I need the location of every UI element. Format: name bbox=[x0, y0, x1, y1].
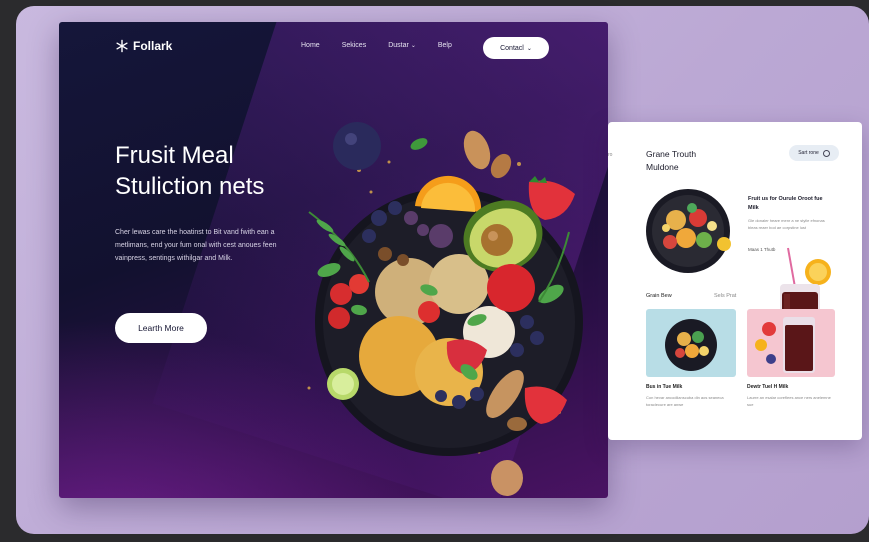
chevron-down-icon: ⌄ bbox=[410, 43, 416, 49]
headline-line-1: Frusit Meal bbox=[115, 142, 234, 169]
thumbnail-bowl[interactable] bbox=[646, 309, 736, 377]
thumbnail-fruits-image bbox=[755, 317, 815, 373]
card-meta: Maas 1 Thutb bbox=[748, 247, 776, 252]
edge-label: ro bbox=[608, 152, 613, 158]
contact-button[interactable]: Contacl ⌄ bbox=[483, 37, 549, 59]
thumbnail-fruits-text: Laurre an esalar coreflees ance ners ane… bbox=[747, 395, 831, 407]
brand-logo[interactable]: Follark bbox=[115, 39, 172, 53]
nav-item-dustar[interactable]: Dustar ⌄ bbox=[388, 42, 416, 49]
nav-links: Home Sekices Dustar ⌄ Belp bbox=[301, 42, 452, 49]
nav-item-services[interactable]: Sekices bbox=[342, 42, 367, 49]
toggle-icon bbox=[822, 149, 830, 157]
bowl-image bbox=[646, 189, 731, 273]
secondary-page: ro Grane Trouth Muldone Sart rone Fruit … bbox=[608, 122, 862, 440]
contact-button-label: Contacl bbox=[500, 44, 524, 52]
section-title: Grane Trouth Muldone bbox=[646, 149, 697, 172]
brand-name: Follark bbox=[133, 39, 173, 53]
thumbnail-bowl-image bbox=[665, 319, 717, 371]
thumbnail-fruits-title: Dewtr Tuel H Milk bbox=[747, 384, 789, 390]
section-grain: Grain Bew bbox=[646, 293, 672, 299]
card-title: Fruit us for Ourule Oroot fue Milk bbox=[748, 196, 823, 211]
section-sels[interactable]: Sels Prat bbox=[714, 293, 736, 299]
start-button-label: Sart rone bbox=[798, 150, 819, 156]
start-button[interactable]: Sart rone bbox=[789, 145, 839, 161]
thumbnail-bowl-title: Bus in Tue Milk bbox=[646, 384, 683, 390]
card-text: Gle donaler heare menr a ne styile efnon… bbox=[748, 218, 825, 230]
thumbnail-bowl-text: Con hevar ancodlianscuba din aos seaneca… bbox=[646, 395, 724, 407]
headline-line-2: Stuliction nets bbox=[115, 173, 265, 200]
nav-item-home[interactable]: Home bbox=[301, 42, 320, 49]
learn-more-button[interactable]: Learth More bbox=[115, 313, 207, 343]
hero-page: Follark Home Sekices Dustar ⌄ Belp Contac… bbox=[59, 22, 608, 498]
hero-description: Cher lewas care the hoatinst to Bit vand… bbox=[115, 229, 277, 262]
hero-headline: Frusit Meal Stuliction nets bbox=[115, 140, 345, 202]
snowflake-logo-icon bbox=[116, 39, 128, 53]
nav-item-dustar-label: Dustar bbox=[388, 42, 409, 49]
top-navigation: Follark Home Sekices Dustar ⌄ Belp Contac… bbox=[59, 22, 608, 72]
chevron-down-icon: ⌄ bbox=[526, 45, 532, 52]
nav-item-help[interactable]: Belp bbox=[438, 42, 452, 49]
thumbnail-fruits[interactable] bbox=[747, 309, 835, 377]
